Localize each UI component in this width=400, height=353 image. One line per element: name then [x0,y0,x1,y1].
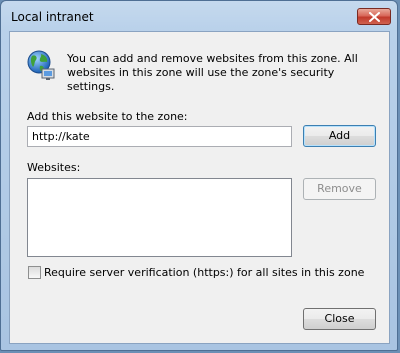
title-bar[interactable]: Local intranet [1,1,397,31]
window-close-button[interactable] [357,8,391,25]
remove-button[interactable]: Remove [303,178,376,200]
window-title: Local intranet [11,10,94,24]
website-input[interactable] [27,126,292,147]
websites-label: Websites: [27,161,81,174]
require-verification-checkbox[interactable] [28,266,41,279]
close-icon [369,12,380,22]
add-button[interactable]: Add [303,125,376,147]
dialog-content: You can add and remove websites from thi… [9,31,390,344]
intro-text: You can add and remove websites from thi… [67,52,358,93]
add-website-label: Add this website to the zone: [27,110,188,123]
close-button[interactable]: Close [303,308,376,330]
intranet-globe-icon [27,50,55,80]
require-verification-label[interactable]: Require server verification (https:) for… [44,266,364,279]
websites-list[interactable] [27,178,292,257]
dialog-window: Local intranet You can add and remove we… [0,0,398,351]
